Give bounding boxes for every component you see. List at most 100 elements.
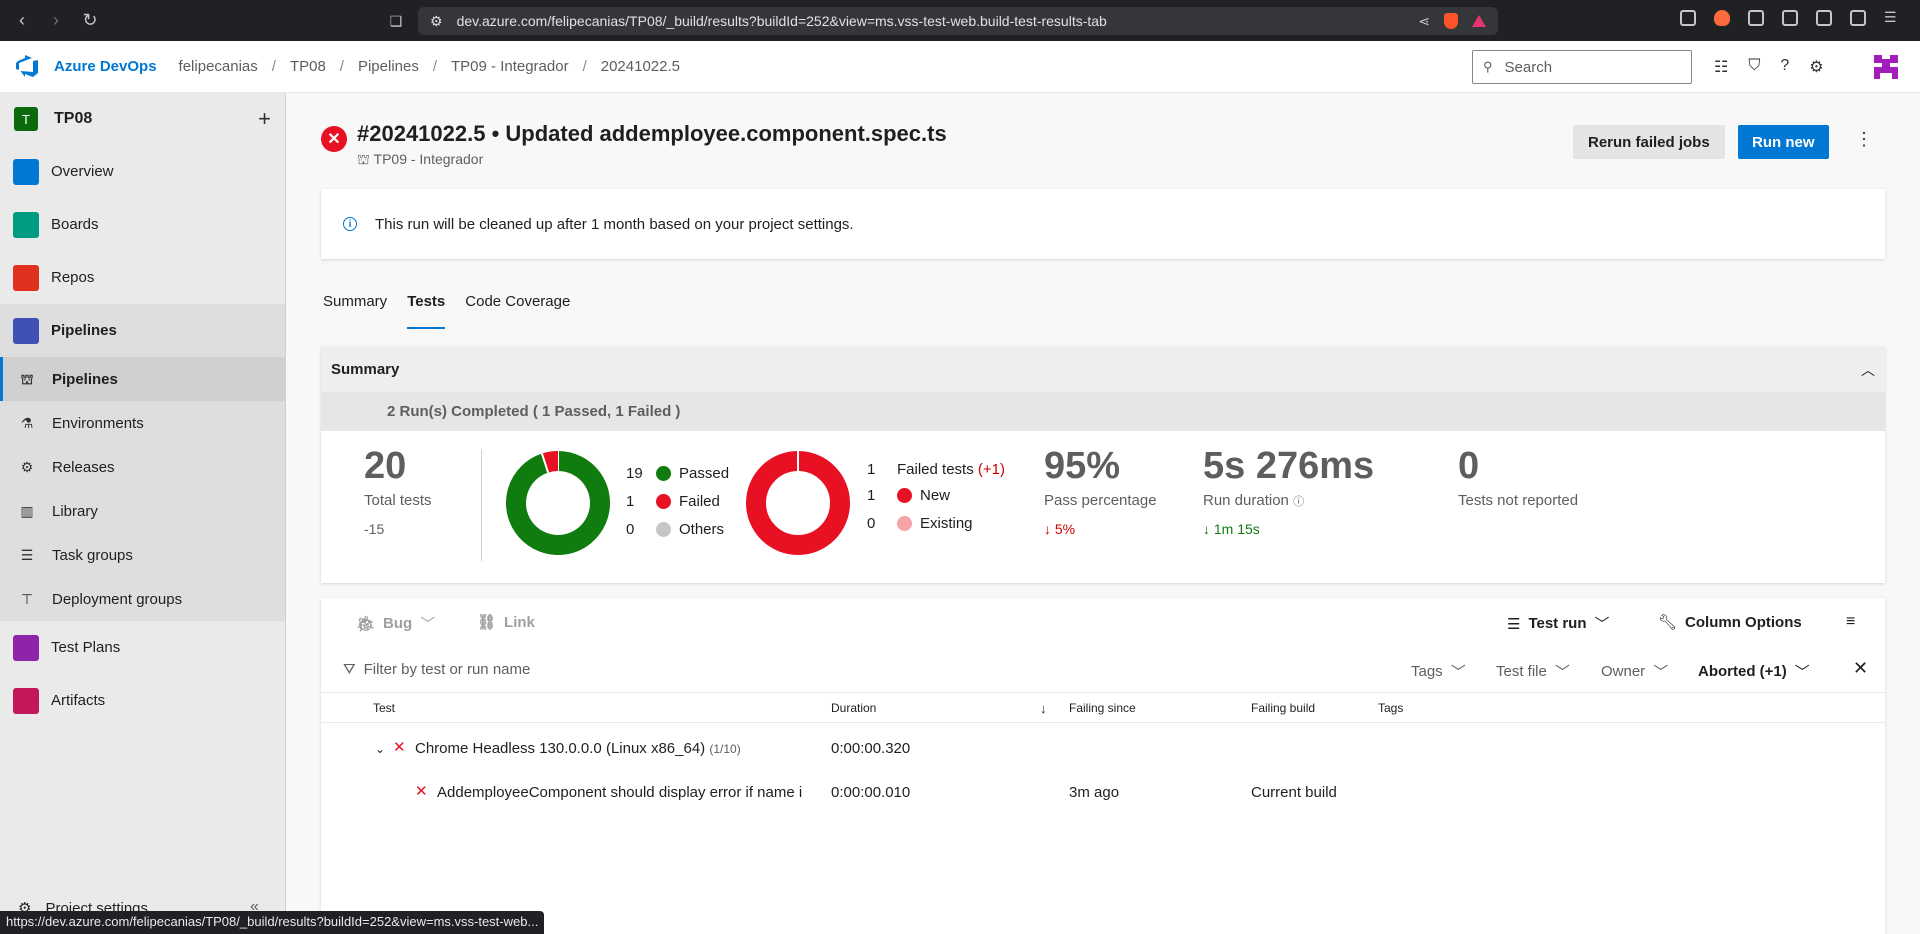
extension-icon[interactable]: [1680, 10, 1696, 26]
brave-rewards-icon[interactable]: [1472, 15, 1486, 27]
sidebar-subitem-pipelines[interactable]: ⛫ Pipelines: [0, 357, 285, 401]
column-header-test[interactable]: Test: [373, 701, 395, 715]
breadcrumb-separator: /: [582, 58, 587, 75]
tab-summary[interactable]: Summary: [323, 293, 387, 329]
failed-status-icon: ✕: [321, 126, 347, 152]
chevron-up-icon[interactable]: ︿: [1861, 360, 1875, 380]
avatar[interactable]: [1870, 51, 1902, 83]
project-header[interactable]: T TP08 +: [0, 93, 285, 145]
share-icon[interactable]: ⋖: [1418, 13, 1430, 30]
outcome-donut-chart: [506, 451, 610, 555]
breadcrumb-org[interactable]: felipecanias: [169, 58, 268, 75]
site-info-icon[interactable]: ⚙: [430, 13, 443, 30]
sidebar-item-repos[interactable]: Repos: [0, 251, 285, 304]
sidebar-subitem-environments[interactable]: ⚗ Environments: [0, 401, 285, 445]
sidebar-subitem-label: Library: [52, 502, 98, 520]
tab-tests[interactable]: Tests: [407, 293, 446, 329]
column-header-failing-build[interactable]: Failing build: [1251, 701, 1315, 715]
legend-failed-tests[interactable]: 1 Failed tests (+1): [867, 457, 1005, 481]
sidebar-item-label: Pipelines: [51, 322, 117, 339]
legend-failed[interactable]: 1 Failed: [626, 487, 729, 515]
rerun-failed-jobs-button[interactable]: Rerun failed jobs: [1573, 125, 1725, 159]
failed-donut-slice-new[interactable]: [746, 451, 850, 555]
test-name[interactable]: AddemployeeComponent should display erro…: [437, 784, 817, 801]
filter-icon[interactable]: ≡: [1846, 613, 1855, 631]
wallet-icon[interactable]: [1816, 10, 1832, 26]
brand-link[interactable]: Azure DevOps: [54, 58, 157, 75]
sidebar-item-boards[interactable]: Boards: [0, 198, 285, 251]
test-group-name[interactable]: Chrome Headless 130.0.0.0 (Linux x86_64)…: [415, 740, 741, 757]
sidebar-toggle-icon[interactable]: [1782, 10, 1798, 26]
run-new-button[interactable]: Run new: [1738, 125, 1829, 159]
bookmark-icon[interactable]: ❑: [382, 7, 410, 35]
outcome-donut-slice-failed[interactable]: [541, 451, 559, 473]
sidebar-subitem-library[interactable]: ▥ Library: [0, 489, 285, 533]
sidebar-subitem-task-groups[interactable]: ☰ Task groups: [0, 533, 285, 577]
user-settings-icon[interactable]: ⚙: [1809, 57, 1823, 77]
sparkle-icon[interactable]: [1850, 10, 1866, 26]
column-header-failing-since[interactable]: Failing since: [1069, 701, 1136, 715]
tab-code-coverage[interactable]: Code Coverage: [465, 293, 570, 329]
sidebar-item-test-plans[interactable]: Test Plans: [0, 621, 285, 674]
chevron-down-icon: ﹀: [1653, 664, 1669, 681]
tags-filter[interactable]: Tags ﹀: [1411, 661, 1466, 682]
column-header-duration[interactable]: Duration: [831, 701, 876, 715]
more-actions-icon[interactable]: ⋮: [1855, 129, 1873, 150]
breadcrumb-pipeline[interactable]: TP09 - Integrador: [441, 58, 579, 75]
fire-extension-icon[interactable]: [1714, 10, 1730, 26]
pipeline-name[interactable]: ⛫ TP09 - Integrador: [357, 151, 947, 170]
test-run-group-button[interactable]: ☰ Test run ﹀: [1507, 613, 1610, 634]
pass-percentage-stat: 95% Pass percentage ↓ 5%: [1044, 445, 1157, 537]
info-icon[interactable]: ⓘ: [1293, 496, 1304, 508]
search-icon: ⚲: [1483, 59, 1493, 74]
legend-passed[interactable]: 19 Passed: [626, 459, 729, 487]
outcome-donut-slice-passed[interactable]: [506, 451, 610, 555]
sidebar-item-overview[interactable]: Overview: [0, 145, 285, 198]
search-input[interactable]: ⚲ Search: [1472, 50, 1692, 84]
sidebar-subitem-releases[interactable]: ⚙ Releases: [0, 445, 285, 489]
breadcrumb-pipelines[interactable]: Pipelines: [348, 58, 429, 75]
sidebar-item-artifacts[interactable]: Artifacts: [0, 674, 285, 727]
address-bar[interactable]: ⚙ dev.azure.com/felipecanias/TP08/_build…: [418, 7, 1498, 35]
project-name: TP08: [54, 110, 93, 127]
legend-label: Passed: [679, 464, 730, 482]
sort-arrow-icon[interactable]: ↓: [1040, 701, 1047, 716]
link-button[interactable]: ⛓ Link: [477, 613, 535, 632]
summary-header[interactable]: Summary ︿: [321, 347, 1885, 392]
reload-icon[interactable]: ↻: [76, 7, 104, 35]
sidebar-subitem-label: Pipelines: [52, 370, 118, 388]
list-icon: ☰: [1507, 615, 1521, 633]
column-options-button[interactable]: 🔧︎ Column Options: [1658, 613, 1802, 632]
menu-icon[interactable]: ☰: [1884, 10, 1900, 26]
breadcrumb-project[interactable]: TP08: [280, 58, 336, 75]
breadcrumb-run[interactable]: 20241022.5: [591, 58, 690, 75]
brave-shield-icon[interactable]: [1444, 13, 1458, 29]
legend-others[interactable]: 0 Others: [626, 515, 729, 543]
filter-input[interactable]: ⛛ Filter by test or run name: [343, 661, 530, 678]
others-dot: [656, 521, 671, 537]
legend-new[interactable]: 1 New: [867, 481, 1005, 509]
bug-label: Bug: [383, 615, 413, 632]
help-icon[interactable]: ?: [1780, 57, 1789, 77]
column-header-tags[interactable]: Tags: [1378, 701, 1403, 715]
bug-icon: 🐞︎: [356, 615, 376, 633]
expand-chevron-icon[interactable]: ⌄: [375, 742, 385, 756]
back-icon[interactable]: ‹: [8, 7, 36, 35]
azure-devops-logo-icon[interactable]: [14, 54, 40, 79]
bug-button[interactable]: 🐞︎ Bug ﹀: [356, 613, 435, 634]
add-icon[interactable]: +: [258, 106, 271, 132]
marketplace-icon[interactable]: ⛉: [1748, 57, 1760, 77]
work-items-icon[interactable]: ☷: [1714, 57, 1728, 77]
forward-icon[interactable]: ›: [42, 7, 70, 35]
test-failing-build[interactable]: Current build: [1251, 784, 1337, 801]
library-icon: ▥: [20, 503, 34, 519]
test-file-filter[interactable]: Test file ﹀: [1496, 661, 1570, 682]
owner-filter[interactable]: Owner ﹀: [1601, 661, 1668, 682]
pipeline-icon: ⛫: [20, 371, 34, 387]
puzzle-icon[interactable]: [1748, 10, 1764, 26]
sidebar-subitem-deployment-groups[interactable]: ⊤ Deployment groups: [0, 577, 285, 621]
outcome-filter[interactable]: Aborted (+1) ﹀: [1698, 661, 1810, 682]
sidebar-item-pipelines[interactable]: Pipelines: [0, 304, 285, 357]
legend-existing[interactable]: 0 Existing: [867, 509, 1005, 537]
clear-filters-icon[interactable]: ✕: [1853, 658, 1868, 679]
